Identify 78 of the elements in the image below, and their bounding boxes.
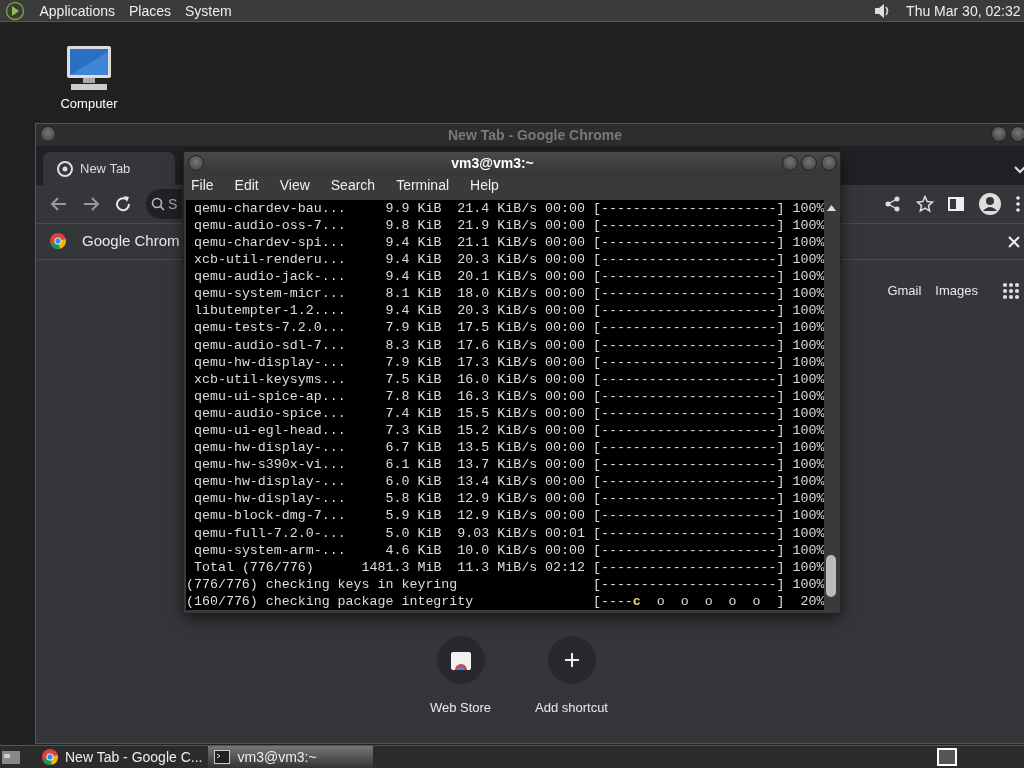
clock[interactable]: Thu Mar 30, 02:32 (906, 0, 1021, 22)
more-menu-icon[interactable] (1016, 196, 1020, 212)
menu-item[interactable]: Edit (234, 174, 259, 196)
apps-grid-icon[interactable] (1002, 281, 1020, 300)
workspace-switcher-icon[interactable] (936, 747, 958, 767)
browser-tab[interactable]: New Tab (43, 152, 175, 185)
maximize-button[interactable] (801, 155, 817, 172)
scrollbar-thumb[interactable] (826, 554, 836, 597)
address-bar[interactable]: S (146, 189, 182, 219)
side-panel-icon[interactable] (948, 196, 964, 212)
taskbar-item[interactable]: New Tab - Google C... (36, 746, 209, 768)
star-icon[interactable] (916, 195, 934, 213)
terminal-line: (776/776) checking keys in keyring [----------------------] 100% (186, 575, 825, 593)
close-icon[interactable] (1008, 235, 1020, 248)
panel-menu[interactable]: System (185, 0, 232, 22)
shortcut-tile[interactable]: Add shortcut (526, 635, 617, 717)
browser-logo-icon (42, 749, 58, 765)
shortcut-label: Web Store (429, 698, 492, 717)
terminal-line: qemu-system-micr... 8.1 KiB 18.0 KiB/s 00:00 [----------------------] 100% (194, 285, 825, 303)
share-icon[interactable] (884, 195, 902, 213)
window-menu-button[interactable] (187, 155, 204, 172)
terminal-line: libutempter-1.2.... 9.4 KiB 20.3 KiB/s 00:00 [----------------------] 100% (194, 302, 825, 320)
terminal-line: qemu-hw-display-... 5.8 KiB 12.9 KiB/s 00:00 [----------------------] 100% (194, 490, 825, 508)
scrollbar[interactable] (824, 199, 838, 610)
back-arrow-icon[interactable] (50, 195, 68, 213)
show-desktop-icon[interactable] (0, 748, 22, 766)
menu-item[interactable]: Help (470, 174, 499, 196)
terminal-line: qemu-hw-s390x-vi... 6.1 KiB 13.7 KiB/s 00:00 [----------------------] 100% (194, 456, 825, 474)
shortcut-label: Add shortcut (535, 698, 608, 717)
menu-item[interactable]: Search (330, 174, 376, 196)
minimize-button[interactable] (781, 155, 798, 172)
desktop-icon-label[interactable]: Computer (60, 94, 118, 114)
search-icon (151, 197, 165, 211)
scroll-up-arrow-icon[interactable] (827, 204, 837, 211)
reload-icon[interactable] (114, 195, 132, 213)
terminal-line: qemu-system-arm-... 4.6 KiB 10.0 KiB/s 00:00 [----------------------] 100% (194, 541, 825, 559)
taskbar-item[interactable]: vm3@vm3:~ (208, 746, 374, 768)
terminal-line: qemu-hw-display-... 7.9 KiB 17.3 KiB/s 00:00 [----------------------] 100% (194, 353, 825, 371)
terminal-line: qemu-hw-display-... 6.0 KiB 13.4 KiB/s 00:00 [----------------------] 100% (194, 473, 825, 491)
top-link[interactable]: Gmail (887, 281, 922, 301)
terminal-line: qemu-audio-sdl-7... 8.3 KiB 17.6 KiB/s 00:00 [----------------------] 100% (194, 336, 825, 354)
terminal-line: qemu-audio-spice... 7.4 KiB 15.5 KiB/s 00:00 [----------------------] 100% (194, 404, 825, 422)
browser-logo-icon (50, 232, 68, 251)
terminal-line: xcb-util-keysyms... 7.5 KiB 16.0 KiB/s 00:00 [----------------------] 100% (194, 370, 825, 388)
plus-icon (563, 651, 580, 668)
terminal-line: qemu-audio-jack-... 9.4 KiB 20.1 KiB/s 00:00 [----------------------] 100% (194, 268, 825, 286)
terminal-line: qemu-ui-egl-head... 7.3 KiB 15.2 KiB/s 00:00 [----------------------] 100% (194, 421, 825, 440)
window-title: vm3@vm3:~ (451, 154, 534, 171)
terminal-line: qemu-chardev-spi... 9.4 KiB 21.1 KiB/s 00:00 [----------------------] 100% (194, 233, 825, 252)
terminal-line: qemu-audio-oss-7... 9.8 KiB 21.9 KiB/s 00:00 [----------------------] 100% (194, 216, 825, 234)
terminal-line: qemu-chardev-bau... 9.9 KiB 21.4 KiB/s 00:00 [----------------------] 100% (194, 199, 825, 217)
terminal-line: Total (776/776) 1481.3 MiB 11.3 MiB/s 02:12 [----------------------] 100% (194, 558, 825, 576)
maximize-button[interactable] (1010, 126, 1024, 142)
terminal-line: xcb-util-renderu... 9.4 KiB 20.3 KiB/s 00:00 [----------------------] 100% (194, 251, 825, 269)
terminal-icon (214, 750, 231, 764)
minimize-button[interactable] (990, 126, 1007, 142)
forward-arrow-icon[interactable] (82, 195, 100, 213)
profile-avatar-icon[interactable] (978, 192, 1002, 216)
panel-menu[interactable]: Places (129, 0, 172, 22)
window-menu-button[interactable] (40, 126, 56, 142)
menu-item[interactable]: File (191, 174, 214, 196)
terminal-line: qemu-full-7.2.0-... 5.0 KiB 9.03 KiB/s 00:01 [----------------------] 100% (194, 524, 825, 542)
window-title: New Tab - Google Chrome (448, 125, 622, 145)
tab-title: New Tab (80, 159, 131, 178)
infobar-text: Google Chrom (82, 231, 180, 252)
panel-menu[interactable]: Applications (39, 0, 115, 22)
menu-item[interactable]: View (279, 174, 310, 196)
top-link[interactable]: Images (935, 281, 978, 301)
terminal-line: qemu-ui-spice-ap... 7.8 KiB 16.3 KiB/s 00:00 [----------------------] 100% (194, 387, 825, 405)
shortcut-tile[interactable]: Web Store (415, 635, 506, 717)
terminal-line: (160/776) checking package integrity [----c o o o o o ] 20% (186, 592, 825, 610)
terminal-line: qemu-tests-7.2.0... 7.9 KiB 17.5 KiB/s 00:00 [----------------------] 100% (194, 319, 825, 337)
menu-item[interactable]: Terminal (396, 174, 450, 196)
browser-logo-icon (57, 160, 73, 177)
terminal-line: qemu-block-dmg-7... 5.9 KiB 12.9 KiB/s 00:00 [----------------------] 100% (194, 507, 825, 525)
menu-logo-icon[interactable] (3, 0, 26, 21)
terminal-line: qemu-hw-display-... 6.7 KiB 13.5 KiB/s 00:00 [----------------------] 100% (194, 439, 825, 457)
close-button[interactable] (820, 155, 837, 172)
